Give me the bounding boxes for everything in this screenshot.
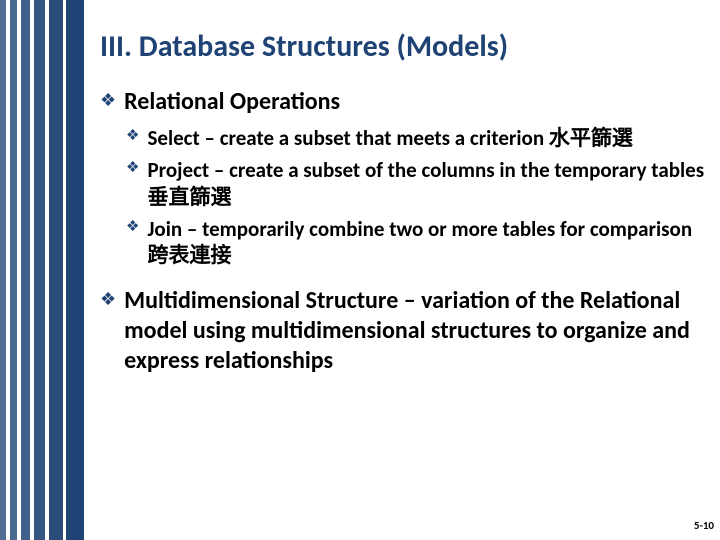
text-project: Project – create a subset of the columns… xyxy=(147,157,710,210)
bullet-join: ❖ Join – temporarily combine two or more… xyxy=(100,216,710,269)
slide-title: III. Database Structures (Models) xyxy=(100,28,710,65)
diamond-bullet-icon: ❖ xyxy=(126,159,139,177)
left-stripes xyxy=(0,0,84,540)
text-select: Select – create a subset that meets a cr… xyxy=(147,125,632,151)
page-number: 5-10 xyxy=(694,519,714,532)
slide: III. Database Structures (Models) ❖ Rela… xyxy=(0,0,720,540)
bullet-multidimensional: ❖ Multidimensional Structure – variation… xyxy=(100,286,710,376)
text-join: Join – temporarily combine two or more t… xyxy=(147,216,710,269)
content-area: III. Database Structures (Models) ❖ Rela… xyxy=(100,28,710,500)
bullet-select: ❖ Select – create a subset that meets a … xyxy=(100,125,710,151)
diamond-bullet-icon: ❖ xyxy=(126,218,139,236)
text-relational-operations: Relational Operations xyxy=(124,87,340,117)
bullet-project: ❖ Project – create a subset of the colum… xyxy=(100,157,710,210)
diamond-bullet-icon: ❖ xyxy=(100,289,116,311)
text-multidimensional: Multidimensional Structure – variation o… xyxy=(124,286,710,376)
bullet-relational-operations: ❖ Relational Operations xyxy=(100,87,710,117)
diamond-bullet-icon: ❖ xyxy=(100,90,116,112)
diamond-bullet-icon: ❖ xyxy=(126,127,139,145)
